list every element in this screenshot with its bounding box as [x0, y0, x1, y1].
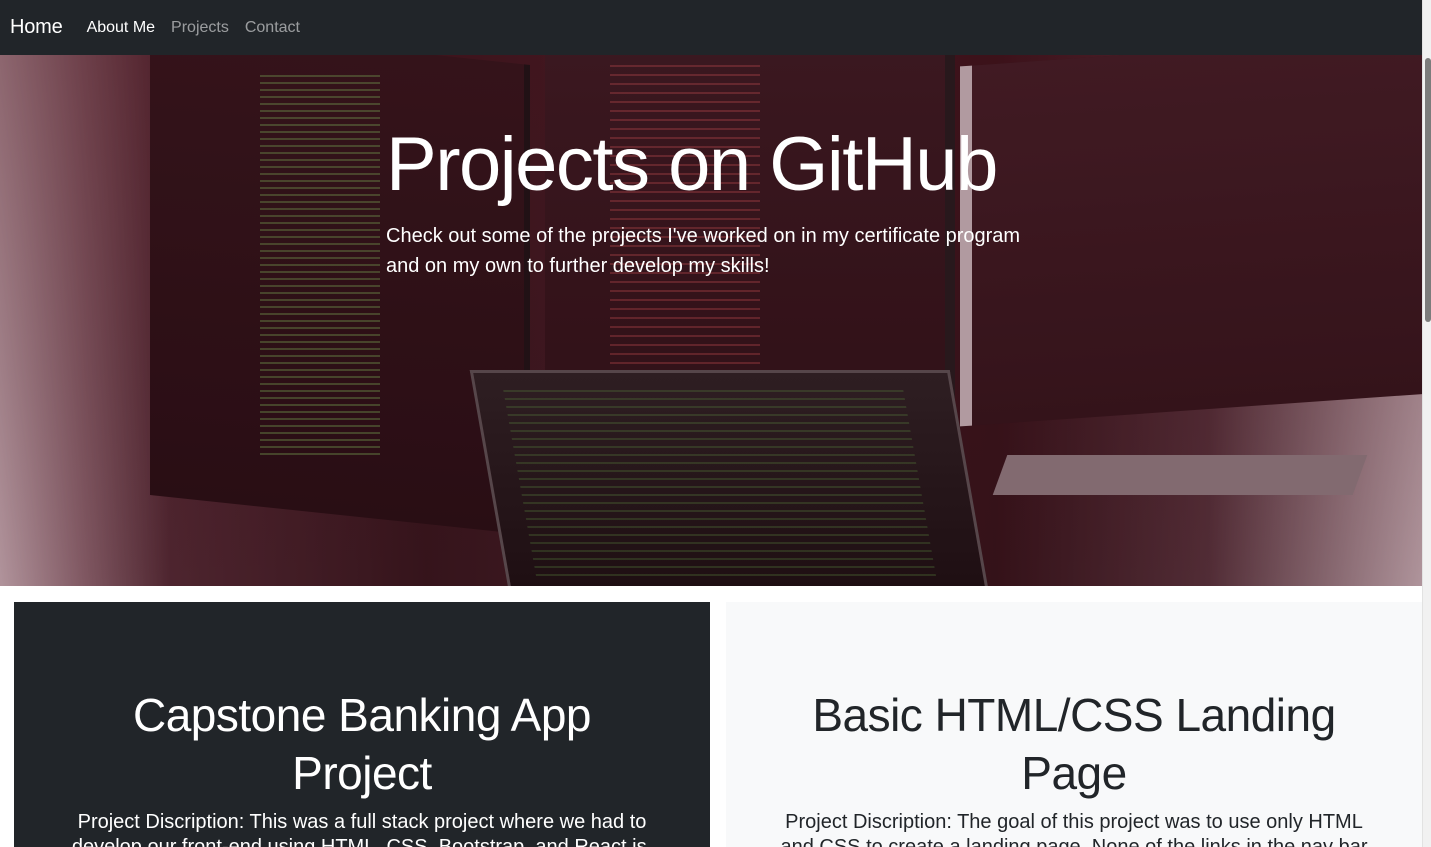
page-scrollbar[interactable]: [1422, 0, 1431, 847]
project-card-landing-page: Basic HTML/CSS Landing Page Project Disc…: [726, 602, 1422, 847]
project-title: Capstone Banking App Project: [132, 689, 592, 799]
project-title: Basic HTML/CSS Landing Page: [812, 689, 1336, 799]
project-card-capstone: Capstone Banking App Project Project Dis…: [14, 602, 710, 847]
project-description: Project Discription: This was a full sta…: [71, 811, 653, 847]
hero-title: Projects on GitHub: [386, 122, 998, 207]
nav-link-projects[interactable]: Projects: [171, 19, 229, 37]
hero-banner: Projects on GitHub Check out some of the…: [0, 55, 1422, 586]
nav-brand-home[interactable]: Home: [10, 16, 63, 39]
scrollbar-thumb[interactable]: [1425, 58, 1431, 322]
hero-subtitle: Check out some of the projects I've work…: [386, 224, 1021, 277]
nav-link-about-me[interactable]: About Me: [87, 19, 155, 37]
top-navbar: Home About Me Projects Contact: [0, 0, 1422, 55]
project-description: Project Discription: The goal of this pr…: [780, 811, 1368, 847]
hero-content: Projects on GitHub Check out some of the…: [386, 123, 1046, 281]
nav-link-contact[interactable]: Contact: [245, 19, 300, 37]
